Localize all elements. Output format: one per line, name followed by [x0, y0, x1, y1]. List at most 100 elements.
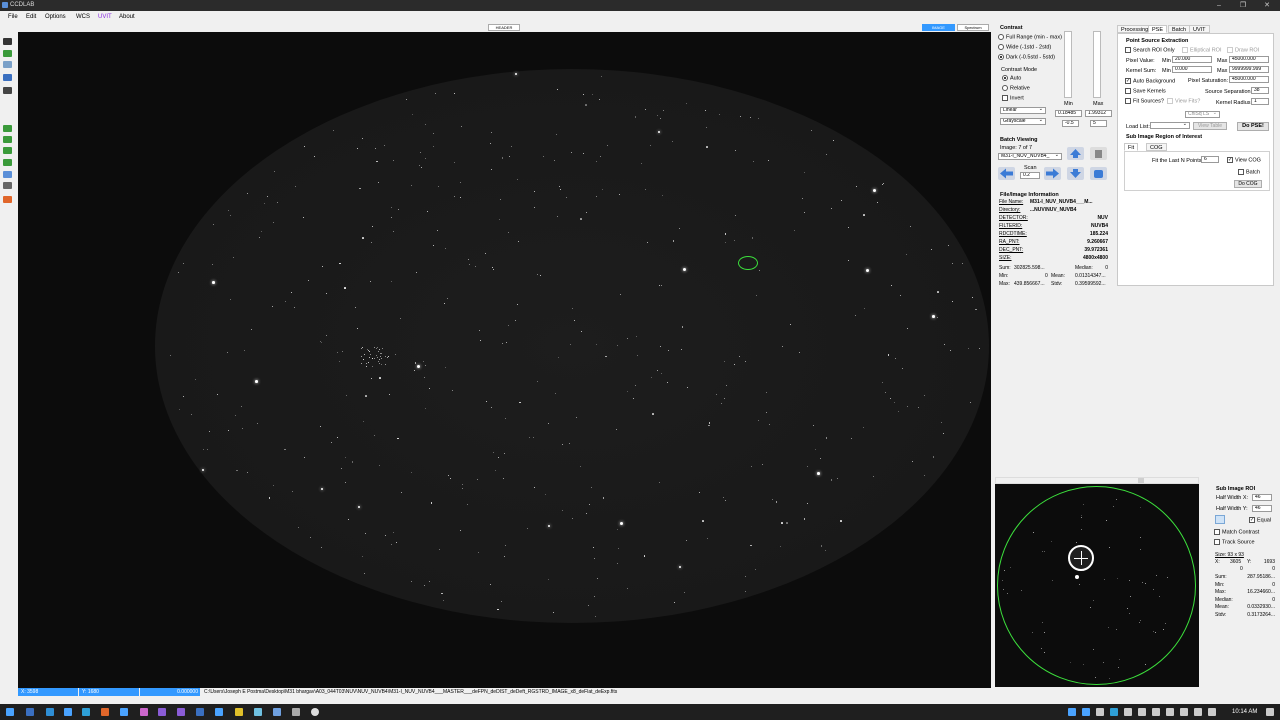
header-button[interactable]: HEADER	[488, 24, 520, 31]
arrow-up-icon[interactable]	[1067, 147, 1084, 160]
close-icon[interactable]: ✕	[1256, 0, 1278, 11]
track-source-checkbox[interactable]: Track Source	[1214, 539, 1255, 545]
arrow-left-icon[interactable]	[998, 167, 1015, 180]
tray-10-icon[interactable]	[1194, 708, 1202, 716]
arrow-right-icon[interactable]	[1044, 167, 1061, 180]
tab-batch[interactable]: Batch	[1168, 25, 1191, 33]
source-separation-input[interactable]: 38	[1251, 87, 1269, 94]
pv-max-input[interactable]: 45000.000	[1229, 56, 1269, 63]
contrast-mode-auto[interactable]: Auto	[1002, 75, 1021, 81]
cog-batch-checkbox[interactable]: Batch	[1238, 169, 1260, 175]
spectrum-button[interactable]: Spectrum	[957, 24, 989, 31]
fit-method-select[interactable]: ChiSq LS	[1185, 111, 1220, 118]
taskbar-app-14-icon[interactable]	[273, 708, 281, 716]
save-kernels-checkbox[interactable]: Save Kernels	[1125, 88, 1166, 94]
view-fits-checkbox[interactable]: View Fits?	[1167, 98, 1200, 104]
tab-uvit[interactable]: UVIT	[1189, 25, 1210, 33]
menu-options[interactable]: Options	[45, 14, 66, 20]
taskbar-app-13-icon[interactable]	[254, 708, 262, 716]
search-roi-checkbox[interactable]: Search ROI Only	[1125, 47, 1175, 53]
tray-3-icon[interactable]	[1096, 708, 1104, 716]
taskbar-app-5-icon[interactable]	[101, 708, 109, 716]
taskbar-app-7-icon[interactable]	[140, 708, 148, 716]
batch-file-select[interactable]: M31-I_NUV_NUVB4_	[998, 153, 1062, 160]
tray-8-icon[interactable]	[1166, 708, 1174, 716]
kernel-radius-input[interactable]: 1	[1251, 98, 1269, 105]
tool-green-1-icon[interactable]	[3, 125, 12, 132]
taskbar-app-3-icon[interactable]	[64, 708, 72, 716]
taskbar-app-15-icon[interactable]	[292, 708, 300, 716]
tray-4-icon[interactable]	[1110, 708, 1118, 716]
max-slider[interactable]	[1093, 31, 1101, 98]
ks-max-input[interactable]: 9999999.999	[1229, 66, 1269, 73]
taskbar-app-12-icon[interactable]	[235, 708, 243, 716]
do-cog-button[interactable]: Do COG	[1234, 180, 1262, 188]
view-cog-checkbox[interactable]: ✓ View COG	[1227, 157, 1261, 163]
tool-green-4-icon[interactable]	[3, 159, 12, 166]
roi-grid-icon[interactable]	[1215, 515, 1225, 524]
wrench-icon[interactable]	[3, 196, 12, 203]
forward-icon[interactable]	[3, 50, 12, 57]
menu-about[interactable]: About	[119, 14, 135, 20]
do-pse-button[interactable]: Do PSE!	[1237, 122, 1269, 131]
refresh-icon[interactable]	[3, 61, 12, 68]
contrast-mode-relative[interactable]: Relative	[1002, 85, 1030, 91]
min-slider[interactable]	[1064, 31, 1072, 98]
tray-9-icon[interactable]	[1180, 708, 1188, 716]
menu-edit[interactable]: Edit	[26, 14, 36, 20]
start-icon[interactable]	[6, 708, 14, 716]
menu-wcs[interactable]: WCS	[76, 14, 90, 20]
max-std-input[interactable]: 5	[1090, 120, 1107, 127]
image-viewer[interactable]	[18, 32, 991, 688]
half-width-y-input[interactable]: 46	[1252, 505, 1272, 512]
contrast-dark[interactable]: Dark (-0.5std - 5std)	[998, 54, 1055, 60]
min-value-input[interactable]: 0.18485	[1055, 110, 1082, 117]
notification-icon[interactable]	[1266, 708, 1274, 716]
tab-fit[interactable]: Fit	[1124, 143, 1139, 151]
hand-icon[interactable]	[1090, 167, 1107, 180]
menu-file[interactable]: File	[8, 14, 18, 20]
contrast-wide[interactable]: Wide (-1std - 2std)	[998, 44, 1051, 50]
colormap-select[interactable]: Grayscale	[1000, 118, 1046, 125]
arrow-down-icon[interactable]	[1067, 167, 1084, 180]
scale-select[interactable]: Linear	[1000, 107, 1046, 114]
pv-min-input[interactable]: 20.000	[1172, 56, 1212, 63]
tool-green-3-icon[interactable]	[3, 147, 12, 154]
tray-1-icon[interactable]	[1068, 708, 1076, 716]
tab-processing[interactable]: Processing	[1117, 25, 1153, 33]
maximize-icon[interactable]: ❐	[1232, 0, 1254, 11]
tray-6-icon[interactable]	[1138, 708, 1146, 716]
ks-min-input[interactable]: 0.000	[1172, 66, 1212, 73]
taskbar-app-8-icon[interactable]	[158, 708, 166, 716]
half-width-x-input[interactable]: 46	[1252, 494, 1272, 501]
minimize-icon[interactable]: –	[1208, 0, 1230, 11]
max-value-input[interactable]: 1.99312	[1085, 110, 1112, 117]
tray-11-icon[interactable]	[1208, 708, 1216, 716]
taskbar-app-16-icon[interactable]	[311, 708, 319, 716]
scroll-thumb[interactable]	[1138, 478, 1144, 483]
tray-2-icon[interactable]	[1082, 708, 1090, 716]
fit-last-input[interactable]: 6	[1201, 156, 1219, 163]
match-contrast-checkbox[interactable]: Match Contrast	[1214, 529, 1259, 535]
draw-roi-checkbox[interactable]: Draw ROI	[1227, 47, 1259, 53]
tab-cog[interactable]: COG	[1146, 143, 1167, 151]
image-button[interactable]: IMAGE	[922, 24, 955, 31]
taskbar-app-2-icon[interactable]	[46, 708, 54, 716]
taskbar-app-11-icon[interactable]	[215, 708, 223, 716]
contrast-full-range[interactable]: Full Range (min - max)	[998, 34, 1062, 40]
fit-sources-checkbox[interactable]: Fit Sources?	[1125, 98, 1164, 104]
clock[interactable]: 10:14 AM	[1232, 709, 1257, 715]
taskbar-app-1-icon[interactable]	[26, 708, 34, 716]
view-table-button[interactable]: View Table	[1193, 122, 1227, 130]
settings-icon[interactable]	[3, 171, 12, 178]
trash-icon[interactable]	[1090, 147, 1107, 160]
tool-misc-icon[interactable]	[3, 182, 12, 189]
sub-viewer-vscroll[interactable]	[1199, 484, 1205, 687]
taskbar-app-6-icon[interactable]	[120, 708, 128, 716]
min-std-input[interactable]: -0.5	[1062, 120, 1079, 127]
load-list-select[interactable]	[1150, 122, 1190, 129]
scan-input[interactable]: 0.2	[1020, 172, 1040, 179]
tab-pse[interactable]: PSE	[1148, 25, 1168, 33]
equal-checkbox[interactable]: ✓ Equal	[1249, 517, 1271, 523]
open-icon[interactable]	[3, 38, 12, 45]
